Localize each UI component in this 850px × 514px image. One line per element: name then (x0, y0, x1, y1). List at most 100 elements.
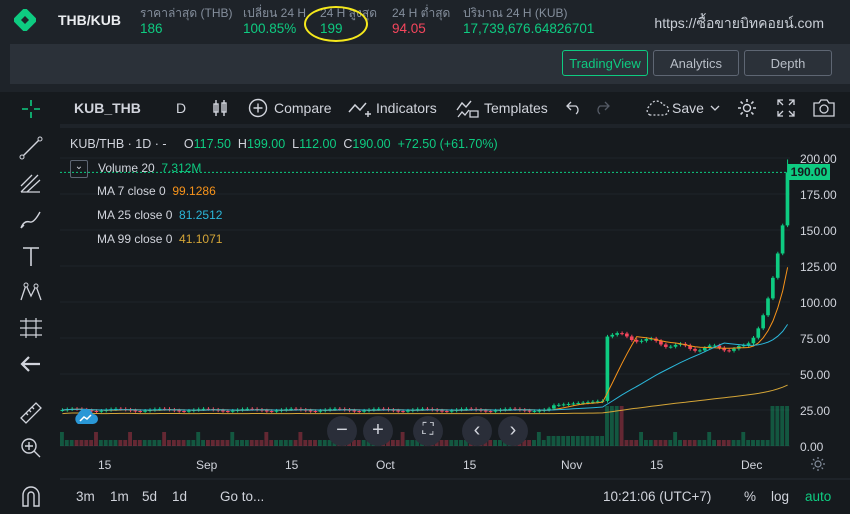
candle-body (780, 225, 785, 254)
trendline-icon[interactable] (18, 136, 44, 160)
undo-icon[interactable] (566, 101, 582, 115)
redo-icon[interactable] (594, 101, 610, 115)
change-value: +72.50 (+61.70%) (397, 137, 498, 151)
candle-body (561, 404, 566, 406)
volume-bar (493, 440, 497, 446)
compare-plus-icon[interactable] (248, 98, 268, 118)
time-tick: Oct (376, 458, 395, 472)
legend-title: KUB/THB · 1D · - (70, 137, 167, 151)
volume-bar (619, 406, 624, 446)
tab-analytics[interactable]: Analytics (653, 50, 739, 76)
last-price-stat: ราคาล่าสุด (THB) 186 (140, 5, 232, 37)
ma99-legend: MA 99 close 0 41.1071 (97, 232, 222, 246)
volume-bar (780, 406, 785, 446)
templates-button[interactable]: Templates (484, 92, 548, 124)
candle-body (566, 403, 571, 405)
volume-bar (89, 440, 94, 446)
camera-icon[interactable] (812, 98, 836, 118)
back-arrow-icon[interactable] (18, 352, 44, 376)
templates-icon[interactable] (456, 98, 480, 118)
time-axis[interactable]: 15 Sep 15 Oct 15 Nov 15 Dec (60, 452, 850, 478)
candle-body (177, 410, 181, 412)
candle-body (313, 411, 318, 413)
volume-bar (614, 406, 619, 446)
zoom-in-button[interactable]: + (363, 416, 393, 446)
indicators-icon[interactable] (348, 100, 372, 118)
volume-bar (167, 440, 171, 446)
volume-bar (600, 436, 605, 446)
range-1d[interactable]: 1d (172, 489, 187, 504)
collapse-chevron-icon[interactable]: ⌄ (70, 160, 88, 178)
candle-body (639, 340, 644, 342)
volume-bar (240, 440, 244, 446)
settings-sun-icon[interactable] (810, 456, 826, 472)
volume-bar (201, 440, 205, 446)
zoom-out-button[interactable]: − (327, 416, 357, 446)
volume-bar (288, 440, 293, 446)
volume-label: ปริมาณ 24 H (KUB) (463, 6, 568, 20)
percent-toggle[interactable]: % (744, 489, 756, 504)
candle-body (133, 410, 138, 412)
clock-timezone[interactable]: 10:21:06 (UTC+7) (603, 489, 711, 504)
watermark-url: https://ซื้อขายบิทคอยน์.com (654, 15, 824, 31)
volume-bar (400, 432, 405, 446)
range-1m[interactable]: 1m (110, 489, 129, 504)
pattern-tool-icon[interactable] (18, 280, 44, 304)
volume-bar (561, 436, 566, 446)
gear-icon[interactable] (736, 97, 758, 119)
text-tool-icon[interactable] (18, 244, 44, 268)
chevron-down-icon[interactable] (710, 104, 720, 112)
ruler-icon[interactable] (18, 400, 44, 424)
fib-tool-icon[interactable] (18, 172, 44, 196)
candle-type-icon[interactable] (212, 99, 228, 117)
range-5d[interactable]: 5d (142, 489, 157, 504)
candle-body (698, 350, 702, 352)
symbol-search[interactable]: KUB_THB (74, 92, 141, 124)
goto-button[interactable]: Go to... (220, 489, 264, 504)
candle-body (406, 410, 410, 412)
candle-body (187, 410, 191, 412)
price-tick: 125.00 (800, 260, 837, 274)
indicators-button[interactable]: Indicators (376, 92, 437, 124)
volume-bar (444, 440, 449, 446)
magnet-icon[interactable] (18, 484, 44, 508)
volume-bar (274, 440, 278, 446)
volume-bar (157, 440, 162, 446)
log-toggle[interactable]: log (771, 489, 789, 504)
volume-bar (673, 432, 678, 446)
save-button[interactable]: Save (672, 92, 704, 124)
volume-bar (580, 436, 585, 446)
brush-icon[interactable] (18, 208, 44, 232)
price-tick: 100.00 (800, 296, 837, 310)
fullscreen-icon[interactable] (776, 98, 796, 118)
tab-depth[interactable]: Depth (744, 50, 832, 76)
volume-bar (726, 440, 731, 446)
reset-view-button[interactable]: ⛶ (413, 416, 443, 446)
change-label: เปลี่ยน 24 H (243, 6, 306, 20)
auto-toggle[interactable]: auto (805, 489, 831, 504)
volume-bar (755, 440, 760, 446)
close-value: 190.00 (352, 137, 391, 151)
cloud-icon[interactable] (644, 100, 670, 116)
ma25-legend: MA 25 close 0 81.2512 (97, 208, 222, 222)
ma25-line (62, 324, 789, 411)
time-tick: 15 (463, 458, 477, 472)
interval-button[interactable]: D (176, 92, 186, 124)
zoom-in-icon[interactable] (18, 436, 44, 460)
compare-button[interactable]: Compare (274, 92, 332, 124)
volume-bar (84, 440, 89, 446)
volume-bar (454, 440, 459, 446)
volume-bar (128, 432, 132, 446)
open-value: 117.50 (193, 137, 231, 151)
crosshair-icon[interactable] (20, 98, 42, 120)
volume-bar (624, 440, 629, 446)
prediction-tool-icon[interactable] (18, 316, 44, 340)
scroll-left-button[interactable]: ‹ (462, 416, 492, 446)
volume-bar (658, 440, 663, 446)
range-3m[interactable]: 3m (76, 489, 95, 504)
candle-body (274, 410, 279, 412)
tab-tradingview[interactable]: TradingView (562, 50, 648, 76)
candle-body (396, 410, 400, 412)
candle-body (663, 344, 668, 347)
scroll-right-button[interactable]: › (498, 416, 528, 446)
